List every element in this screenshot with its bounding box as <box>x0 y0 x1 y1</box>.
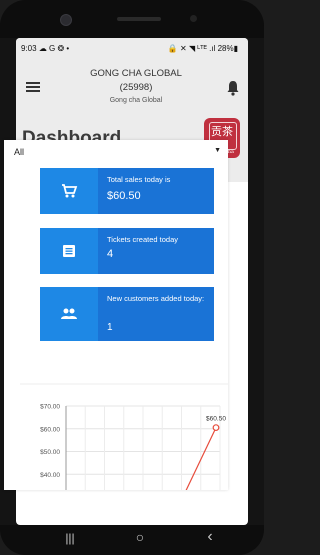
app-bar: GONG CHA GLOBAL (25998) Gong cha Global <box>16 58 248 116</box>
status-time: 9:03 ☁ G ❂ • <box>21 44 70 53</box>
stat-value: 1 <box>107 322 113 333</box>
stat-card-customers[interactable]: New customers added today: 1 <box>40 287 214 341</box>
y-tick-label: $40.00 <box>40 472 60 479</box>
stat-card-tickets[interactable]: Tickets created today 4 <box>40 228 214 274</box>
y-tick-label: $60.00 <box>40 426 60 433</box>
cart-icon <box>62 184 78 198</box>
proximity-sensor <box>190 15 197 22</box>
android-nav-bar: ||| ○ ‹ <box>0 525 264 555</box>
home-button[interactable]: ○ <box>130 529 150 547</box>
series-line <box>185 427 217 490</box>
stat-label: New customers added today: <box>107 294 205 303</box>
stat-value: 4 <box>107 248 114 260</box>
sales-line-chart: $70.00$60.00$50.00$40.00$30.00$60.50 <box>20 383 228 490</box>
stat-card-sales[interactable]: Total sales today is $60.50 <box>40 168 214 214</box>
org-subtitle: Gong cha Global <box>109 97 163 104</box>
hamburger-menu-icon[interactable] <box>26 82 40 92</box>
ticket-icon <box>63 245 75 257</box>
front-camera <box>60 14 72 26</box>
status-bar: 9:03 ☁ G ❂ • 🔒 ✕ ◥ ᴸᵀᴱ .ıl 28%▮ <box>16 38 248 58</box>
phone-frame: 9:03 ☁ G ❂ • 🔒 ✕ ◥ ᴸᵀᴱ .ıl 28%▮ GONG CHA… <box>0 0 264 555</box>
dropdown-caret-icon: ▼ <box>214 147 221 154</box>
data-point <box>212 424 220 432</box>
filter-value: All <box>14 147 25 157</box>
earpiece-speaker <box>117 17 161 21</box>
y-tick-label: $50.00 <box>40 449 60 456</box>
status-icons: 🔒 ✕ ◥ ᴸᵀᴱ .ıl 28%▮ <box>167 44 238 53</box>
filter-dropdown[interactable]: All ▼ <box>14 144 226 160</box>
top-bezel <box>0 0 264 38</box>
people-icon <box>61 308 77 319</box>
data-label: $60.50 <box>206 416 226 423</box>
org-name: GONG CHA GLOBAL <box>90 68 182 79</box>
back-button[interactable]: ‹ <box>200 528 220 546</box>
stat-value: $60.50 <box>107 190 141 202</box>
org-code: (25998) <box>119 82 153 93</box>
logo-chinese-text: 贡茶 <box>211 125 233 138</box>
y-tick-label: $70.00 <box>40 404 60 411</box>
stat-label: Tickets created today <box>107 235 179 244</box>
recents-button[interactable]: ||| <box>60 531 80 549</box>
bell-icon[interactable] <box>226 80 240 96</box>
stat-label: Total sales today is <box>107 175 171 184</box>
